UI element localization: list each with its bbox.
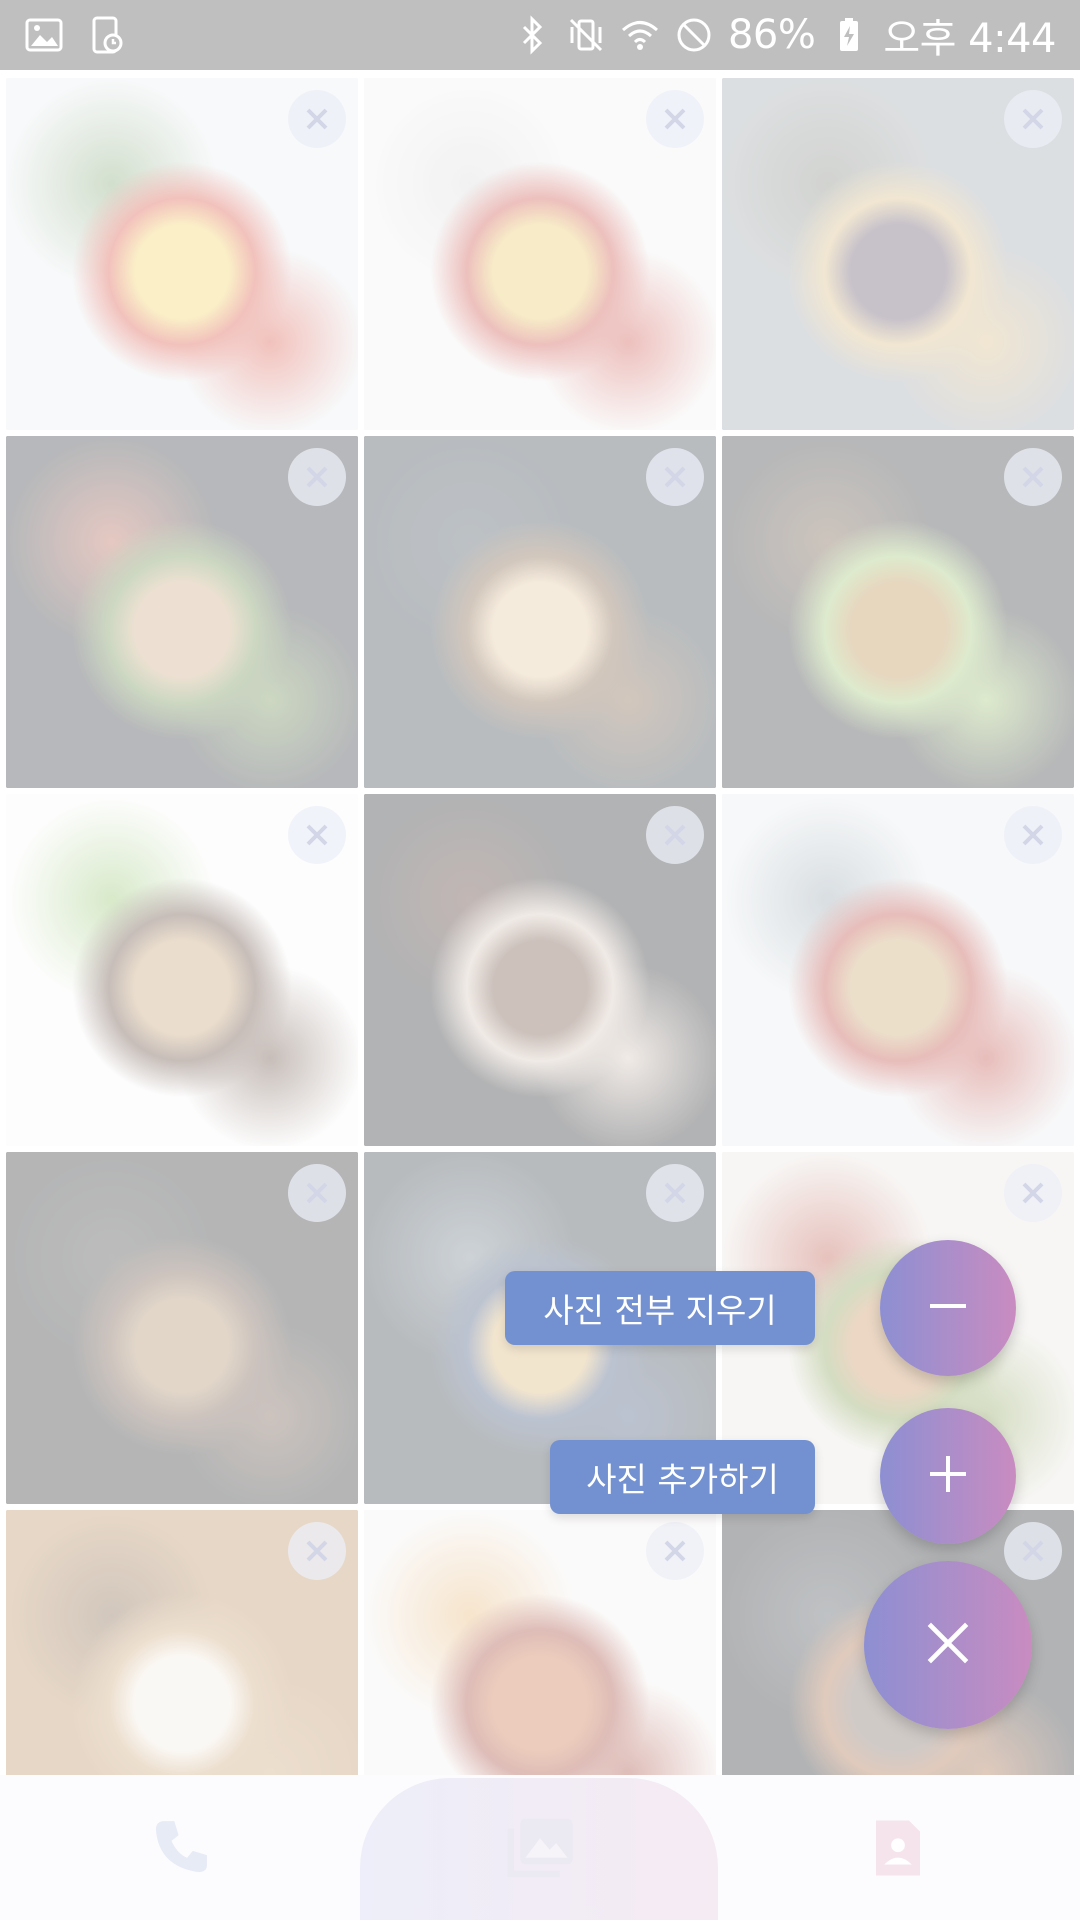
photo-tile[interactable] — [6, 436, 358, 788]
remove-photo-button[interactable] — [288, 1164, 346, 1222]
do-not-disturb-icon — [674, 15, 714, 55]
close-icon — [1022, 824, 1044, 846]
photo-tile[interactable] — [722, 78, 1074, 430]
remove-photo-button[interactable] — [1004, 448, 1062, 506]
photo-tile[interactable] — [6, 794, 358, 1146]
contact-icon — [865, 1815, 931, 1885]
close-icon — [664, 466, 686, 488]
photo-tile[interactable] — [364, 1510, 716, 1775]
close-icon — [920, 1615, 976, 1675]
battery-charging-icon — [829, 15, 869, 55]
delete-all-photos-label[interactable]: 사진 전부 지우기 — [505, 1271, 815, 1345]
close-menu-button[interactable] — [864, 1561, 1032, 1729]
remove-photo-button[interactable] — [1004, 90, 1062, 148]
clock: 오후 4:44 — [883, 16, 1056, 62]
add-photos-button[interactable] — [880, 1408, 1016, 1544]
remove-photo-button[interactable] — [1004, 1164, 1062, 1222]
photo-tile[interactable] — [6, 1510, 358, 1775]
photo-library-icon — [501, 1809, 579, 1891]
remove-photo-button[interactable] — [288, 806, 346, 864]
close-icon — [664, 1540, 686, 1562]
close-icon — [306, 466, 328, 488]
photo-tile[interactable] — [364, 78, 716, 430]
photo-tile[interactable] — [364, 794, 716, 1146]
remove-photo-button[interactable] — [288, 1522, 346, 1580]
nav-item-contacts[interactable] — [848, 1800, 948, 1900]
vibrate-off-icon — [566, 15, 606, 55]
bluetooth-icon — [512, 15, 552, 55]
remove-photo-button[interactable] — [646, 448, 704, 506]
photo-tile[interactable] — [6, 1152, 358, 1504]
plus-icon — [924, 1450, 972, 1502]
close-icon — [306, 1182, 328, 1204]
delete-all-photos-button[interactable] — [880, 1240, 1016, 1376]
photo-tile[interactable] — [722, 794, 1074, 1146]
minus-icon — [924, 1282, 972, 1334]
remove-photo-button[interactable] — [646, 1522, 704, 1580]
close-icon — [664, 824, 686, 846]
close-icon — [306, 824, 328, 846]
gallery-icon — [24, 15, 64, 55]
remove-photo-button[interactable] — [646, 1164, 704, 1222]
add-photos-label[interactable]: 사진 추가하기 — [550, 1440, 815, 1514]
close-icon — [664, 108, 686, 130]
screen-timeout-icon — [86, 15, 126, 55]
close-icon — [306, 1540, 328, 1562]
remove-photo-button[interactable] — [288, 90, 346, 148]
close-icon — [664, 1182, 686, 1204]
photo-tile[interactable] — [364, 436, 716, 788]
phone-icon — [146, 1814, 214, 1886]
remove-photo-button[interactable] — [646, 806, 704, 864]
status-left-icons — [24, 15, 126, 55]
photo-tile[interactable] — [722, 436, 1074, 788]
remove-photo-button[interactable] — [288, 448, 346, 506]
wifi-icon — [620, 15, 660, 55]
nav-item-phone[interactable] — [130, 1800, 230, 1900]
close-icon — [1022, 108, 1044, 130]
remove-photo-button[interactable] — [646, 90, 704, 148]
remove-photo-button[interactable] — [1004, 806, 1062, 864]
status-bar: 86% 오후 4:44 — [0, 0, 1080, 70]
close-icon — [1022, 466, 1044, 488]
battery-percent: 86% — [727, 12, 816, 58]
nav-item-gallery[interactable] — [490, 1800, 590, 1900]
close-icon — [306, 108, 328, 130]
close-icon — [1022, 1182, 1044, 1204]
status-right-icons: 86% 오후 4:44 — [512, 6, 1056, 64]
remove-photo-button[interactable] — [1004, 1522, 1062, 1580]
close-icon — [1022, 1540, 1044, 1562]
photo-tile[interactable] — [6, 78, 358, 430]
